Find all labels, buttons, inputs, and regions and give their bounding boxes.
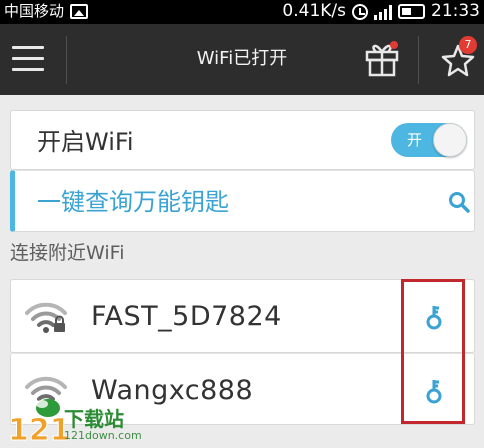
wifi-toggle-row: 开启WiFi 开 [10,110,475,170]
status-bar: 中国移动 0.41K/s 21:33 [0,0,484,24]
watermark-text: 下载站 [64,407,124,431]
carrier-label: 中国移动 [4,2,65,20]
wifi-locked-icon [25,302,67,333]
gift-button[interactable] [364,38,400,78]
app-bar: WiFi已打开 7 [0,24,484,95]
toggle-knob [433,123,467,157]
network-name: Wangxc888 [91,375,254,406]
search-icon [449,192,470,213]
section-title: 连接附近WiFi [10,242,125,264]
status-bar-left: 中国移动 [4,2,89,21]
watermark-url: 121down.com [64,429,142,442]
query-key-row[interactable]: 一键查询万能钥匙 [10,170,475,232]
network-speed: 0.41K/s [282,1,346,21]
image-icon [70,4,89,19]
key-button[interactable] [423,378,445,406]
alarm-icon [352,3,368,20]
key-icon [426,306,442,330]
status-bar-right: 0.41K/s 21:33 [282,1,480,22]
favorites-button[interactable]: 7 [436,36,480,80]
network-name: FAST_5D7824 [91,301,282,332]
watermark-logo: 121 [8,399,68,444]
key-button[interactable] [423,304,445,332]
battery-icon [398,4,425,19]
network-item[interactable]: FAST_5D7824 [10,279,475,353]
watermark-number: 121 [8,413,68,444]
signal-icon [374,4,392,20]
gift-icon [365,41,399,77]
divider [418,36,419,84]
wifi-toggle-switch[interactable]: 开 [391,123,467,157]
notification-badge: 7 [459,36,477,54]
page-title: WiFi已打开 [196,48,288,69]
key-icon [426,380,442,404]
clock: 21:33 [431,1,480,21]
query-key-label: 一键查询万能钥匙 [37,188,229,216]
toggle-state-text: 开 [407,131,423,149]
search-button[interactable] [447,190,471,214]
wifi-toggle-label: 开启WiFi [37,128,134,156]
